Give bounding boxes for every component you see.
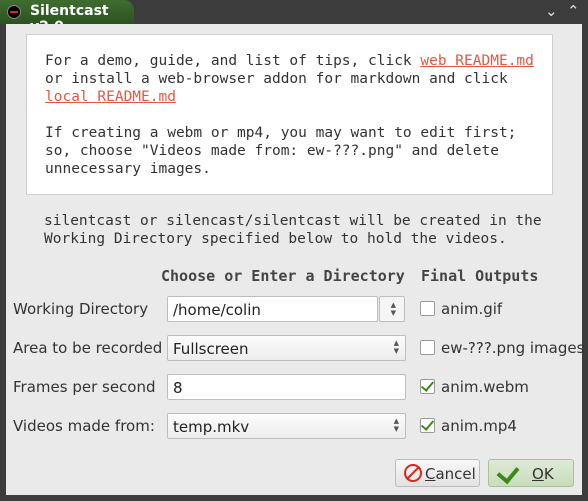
anim-gif-checkbox[interactable] — [420, 301, 435, 316]
spinner-arrows-icon: ▲ ▼ — [390, 301, 396, 317]
anim-mp4-label: anim.mp4 — [441, 417, 517, 435]
maximize-icon[interactable]: ⌃ — [567, 2, 580, 20]
png-images-label: ew-???.png images — [441, 339, 585, 357]
help-line-1: For a demo, guide, and list of tips, cli… — [45, 53, 534, 69]
cancel-button[interactable]: Cancel — [395, 459, 480, 487]
cancel-label: Cancel — [425, 465, 476, 483]
directory-header: Choose or Enter a Directory — [161, 267, 405, 285]
working-directory-spinner[interactable]: ▲ ▼ — [379, 296, 405, 322]
png-images-checkbox[interactable] — [420, 340, 435, 355]
anim-mp4-checkbox[interactable] — [420, 418, 435, 433]
combo-arrows-icon: ▲ ▼ — [393, 339, 399, 355]
videos-from-label: Videos made from: — [13, 417, 155, 435]
web-readme-link[interactable]: web README.md — [420, 53, 534, 69]
checkmark-icon — [496, 460, 520, 485]
working-directory-input[interactable]: /home/colin — [167, 296, 378, 322]
help-text-box: For a demo, guide, and list of tips, cli… — [26, 34, 553, 195]
area-select-value: Fullscreen — [173, 340, 249, 358]
help-line-4: If creating a webm or mp4, you may want … — [45, 125, 517, 141]
combo-arrows-icon: ▲ ▼ — [393, 417, 399, 433]
help-line-6: unnecessary images. — [45, 161, 211, 177]
working-directory-label: Working Directory — [13, 300, 149, 318]
minimize-icon[interactable]: ⌄ — [545, 2, 558, 20]
anim-webm-label: anim.webm — [441, 378, 529, 396]
help-line-1-text: For a demo, guide, and list of tips, cli… — [45, 53, 421, 69]
anim-gif-label: anim.gif — [441, 300, 503, 318]
help-line-2: or install a web-browser addon for markd… — [45, 71, 508, 87]
info-line-1: silentcast or silencast/silentcast will … — [44, 213, 542, 229]
app-icon[interactable] — [7, 5, 21, 19]
info-line-2: Working Directory specified below to hol… — [44, 231, 507, 247]
anim-webm-checkbox[interactable] — [420, 379, 435, 394]
ok-label: OK — [532, 465, 554, 483]
local-readme-link[interactable]: local README.md — [45, 89, 176, 105]
area-select[interactable]: Fullscreen ▲ ▼ — [167, 335, 406, 361]
videos-from-select-value: temp.mkv — [173, 418, 250, 436]
help-line-3: local README.md — [45, 89, 176, 105]
ok-button[interactable]: OK — [488, 459, 574, 487]
title-bar[interactable]: Silentcast v2.0 ⌄ ⌃ — [0, 0, 588, 35]
videos-from-select[interactable]: temp.mkv ▲ ▼ — [167, 413, 406, 439]
outputs-header: Final Outputs — [421, 267, 539, 285]
fps-label: Frames per second — [13, 378, 156, 396]
cancel-icon — [404, 464, 422, 482]
fps-input[interactable]: 8 — [167, 374, 406, 400]
help-line-5: so, choose "Videos made from: ew-???.png… — [45, 143, 499, 159]
window-title-tab[interactable]: Silentcast v2.0 — [0, 0, 134, 35]
area-label: Area to be recorded — [13, 339, 163, 357]
